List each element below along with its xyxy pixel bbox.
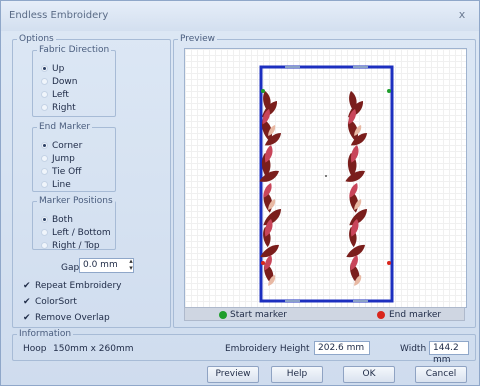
- radio-position-both[interactable]: Both: [41, 214, 73, 225]
- radio-label: Both: [52, 214, 73, 225]
- end-marker-dot-icon: [377, 311, 385, 319]
- radio-label: Down: [52, 76, 78, 87]
- hoop-label: Hoop: [23, 344, 47, 354]
- ok-button[interactable]: OK: [343, 366, 395, 383]
- embroidery-preview-image: [257, 65, 394, 303]
- radio-button-icon[interactable]: [41, 65, 48, 72]
- preview-legend: Preview: [180, 34, 216, 44]
- center-point: [325, 175, 327, 177]
- end-marker-group: End Marker Corner Jump Tie Off Line: [32, 122, 116, 192]
- hoop-value: 150mm x 260mm: [53, 344, 134, 354]
- start-marker-label: Start marker: [230, 310, 287, 320]
- fabric-direction-group: Fabric Direction Up Down Left Right: [32, 45, 116, 117]
- width-value: 144.2 mm: [429, 341, 469, 365]
- radio-button-icon[interactable]: [41, 78, 48, 85]
- preview-button[interactable]: Preview: [207, 366, 259, 383]
- radio-label: Line: [52, 179, 71, 190]
- checkbox-colorsort[interactable]: ✔ ColorSort: [23, 296, 77, 308]
- checkbox-remove-overlap[interactable]: ✔ Remove Overlap: [23, 312, 110, 324]
- radio-position-left-bottom[interactable]: Left / Bottom: [41, 227, 111, 238]
- checkbox-label: Remove Overlap: [35, 313, 110, 323]
- endless-embroidery-dialog: Endless Embroidery x Options Fabric Dire…: [0, 0, 480, 386]
- window-title: Endless Embroidery: [9, 10, 109, 21]
- radio-button-icon[interactable]: [41, 216, 48, 223]
- radio-fabric-down[interactable]: Down: [41, 76, 78, 87]
- embroidery-height-label: Embroidery Height: [225, 344, 310, 354]
- marker-legend-bar: Start marker End marker: [184, 307, 465, 321]
- end-marker-point: [261, 261, 265, 265]
- right-embroidery-band: [343, 90, 370, 288]
- preview-canvas[interactable]: [184, 48, 467, 308]
- radio-button-icon[interactable]: [41, 104, 48, 111]
- radio-button-icon[interactable]: [41, 155, 48, 162]
- gap-spinner[interactable]: ▴ ▾: [126, 258, 136, 273]
- radio-label: Left: [52, 89, 69, 100]
- marker-positions-group: Marker Positions Both Left / Bottom Righ…: [32, 196, 116, 251]
- information-legend: Information: [19, 329, 72, 339]
- end-marker-label: End marker: [389, 310, 442, 320]
- options-legend: Options: [19, 34, 54, 44]
- radio-button-icon[interactable]: [41, 168, 48, 175]
- radio-position-right-top[interactable]: Right / Top: [41, 240, 100, 251]
- radio-fabric-left[interactable]: Left: [41, 89, 69, 100]
- checkmark-icon[interactable]: ✔: [23, 313, 33, 323]
- width-label: Width: [400, 344, 427, 354]
- checkbox-label: Repeat Embroidery: [35, 281, 122, 291]
- radio-label: Left / Bottom: [52, 227, 111, 238]
- radio-marker-line[interactable]: Line: [41, 179, 71, 190]
- radio-button-icon[interactable]: [41, 229, 48, 236]
- spin-down-icon[interactable]: ▾: [126, 265, 136, 272]
- radio-button-icon[interactable]: [41, 142, 48, 149]
- start-marker-dot-icon: [219, 311, 227, 319]
- radio-label: Corner: [52, 140, 83, 151]
- end-marker-point: [387, 261, 391, 265]
- radio-button-icon[interactable]: [41, 242, 48, 249]
- checkmark-icon[interactable]: ✔: [23, 281, 33, 291]
- radio-button-icon[interactable]: [41, 91, 48, 98]
- close-icon[interactable]: x: [455, 8, 469, 22]
- start-marker-point: [261, 89, 265, 93]
- fabric-direction-legend: Fabric Direction: [39, 45, 110, 55]
- checkbox-label: ColorSort: [35, 297, 77, 307]
- hoop-frame: [259, 65, 394, 303]
- radio-fabric-right[interactable]: Right: [41, 102, 76, 113]
- radio-fabric-up[interactable]: Up: [41, 63, 64, 74]
- title-bar: Endless Embroidery x: [1, 1, 479, 31]
- gap-label: Gap: [61, 263, 80, 273]
- embroidery-height-value: 202.6 mm: [314, 341, 370, 355]
- start-marker-point: [387, 89, 391, 93]
- radio-label: Jump: [52, 153, 75, 164]
- cancel-button[interactable]: Cancel: [415, 366, 467, 383]
- marker-positions-legend: Marker Positions: [39, 196, 113, 206]
- radio-label: Right: [52, 102, 76, 113]
- radio-label: Up: [52, 63, 65, 74]
- help-button[interactable]: Help: [271, 366, 323, 383]
- end-marker-legend: End Marker: [39, 122, 91, 132]
- radio-button-icon[interactable]: [41, 181, 48, 188]
- radio-marker-tie-off[interactable]: Tie Off: [41, 166, 81, 177]
- radio-marker-jump[interactable]: Jump: [41, 153, 75, 164]
- radio-label: Tie Off: [52, 166, 82, 177]
- checkbox-repeat-embroidery[interactable]: ✔ Repeat Embroidery: [23, 280, 122, 292]
- radio-label: Right / Top: [52, 240, 100, 251]
- checkmark-icon[interactable]: ✔: [23, 297, 33, 307]
- radio-marker-corner[interactable]: Corner: [41, 140, 82, 151]
